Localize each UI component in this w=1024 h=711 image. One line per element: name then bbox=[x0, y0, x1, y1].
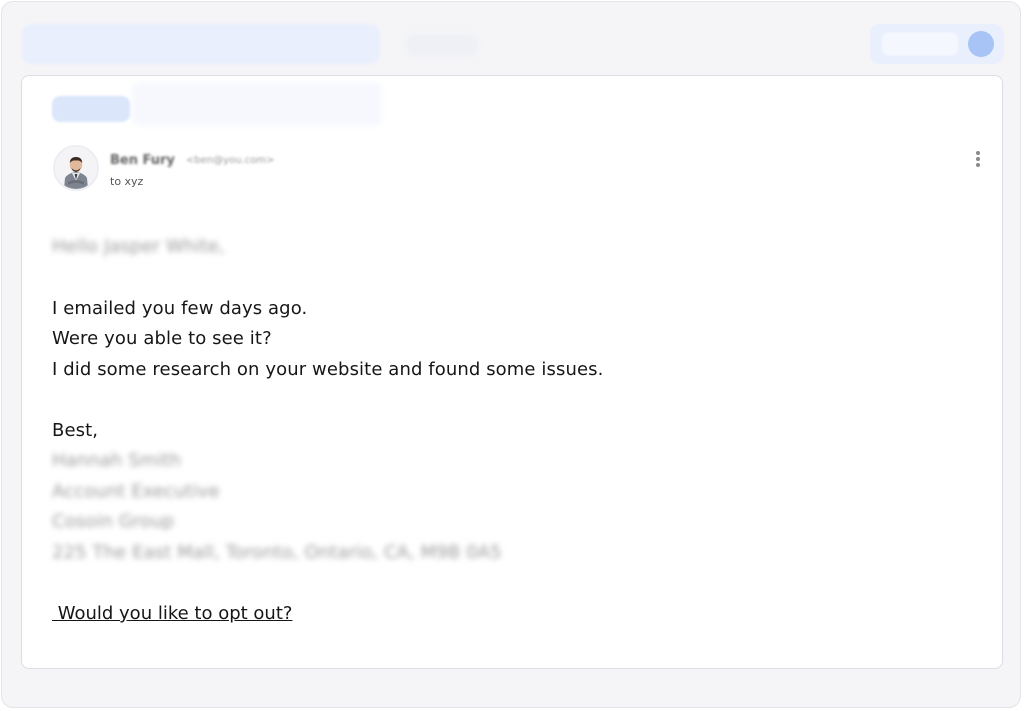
opt-out-link[interactable]: Would you like to opt out? bbox=[52, 603, 293, 624]
search-bar[interactable] bbox=[22, 24, 380, 64]
email-signoff: Best, bbox=[52, 420, 99, 441]
user-avatar-icon bbox=[53, 145, 99, 191]
account-button[interactable] bbox=[882, 32, 958, 56]
toolbar-tab[interactable] bbox=[406, 34, 478, 56]
email-body-line: I did some research on your website and … bbox=[52, 359, 604, 380]
email-body-line: Were you able to see it? bbox=[52, 328, 272, 349]
subject-placeholder bbox=[132, 82, 382, 126]
account-area[interactable] bbox=[870, 24, 1004, 64]
subject-label bbox=[52, 96, 130, 122]
email-body-line: I emailed you few days ago. bbox=[52, 298, 308, 319]
recipient-line: to xyz bbox=[110, 175, 144, 188]
signature-address: 225 The East Mall, Toronto, Ontario, CA,… bbox=[52, 542, 502, 563]
signature-name: Hannah Smith bbox=[52, 450, 182, 471]
email-card: Ben Fury <ben@you.com> to xyz Hello Jasp… bbox=[21, 75, 1003, 669]
kebab-menu-icon[interactable] bbox=[972, 151, 984, 171]
account-avatar[interactable] bbox=[968, 31, 994, 57]
signature-company: Cosoin Group bbox=[52, 511, 175, 532]
sender-email: <ben@you.com> bbox=[186, 155, 275, 166]
signature-title: Account Executive bbox=[52, 481, 220, 502]
email-greeting: Hello Jasper White, bbox=[52, 236, 225, 257]
sender-name: Ben Fury bbox=[110, 153, 175, 168]
